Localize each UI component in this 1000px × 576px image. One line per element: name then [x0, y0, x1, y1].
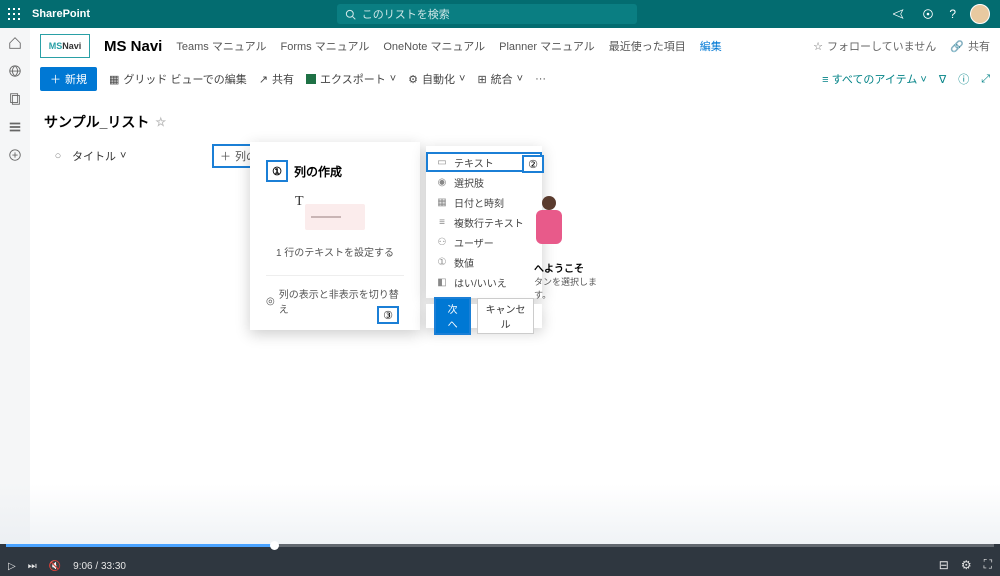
calendar-icon: ▦ — [436, 197, 448, 208]
annotation-3: ③ — [377, 306, 399, 324]
video-controls: ▷ ⏭ 🔇 9:06 / 33:30 ⊟ ⚙ ⛶ — [0, 544, 1000, 576]
select-all[interactable]: ○ — [44, 150, 72, 162]
info-icon[interactable]: ⓘ — [958, 71, 969, 87]
cmd-share[interactable]: ↗ 共有 — [259, 71, 294, 87]
cmd-overflow[interactable]: ··· — [535, 73, 546, 85]
cancel-button[interactable]: キャンセル — [477, 298, 534, 334]
number-icon: ① — [436, 257, 448, 268]
type-picker-footer: 次へ キャンセル — [426, 304, 542, 328]
fullscreen-icon[interactable]: ⛶ — [984, 557, 992, 572]
nav-planner[interactable]: Planner マニュアル — [499, 38, 595, 54]
filter-icon[interactable]: ∇ — [939, 73, 946, 86]
view-selector[interactable]: ≡ すべてのアイテム ˅ — [822, 71, 927, 87]
column-title[interactable]: タイトル ˅ — [72, 148, 212, 164]
list-area: サンプル_リスト ☆ ○ タイトル ˅ ＋ 列の追加↖ ①列の作成 1 行のテキ… — [30, 94, 1000, 168]
column-type-preview — [266, 204, 404, 230]
video-progress[interactable] — [6, 544, 994, 547]
cmd-integrate[interactable]: ⊞ 統合 ˅ — [477, 71, 523, 87]
nav-teams[interactable]: Teams マニュアル — [176, 38, 266, 54]
type-person[interactable]: ⚇ユーザー — [426, 232, 542, 252]
suite-bar: SharePoint このリストを検索 ? — [0, 0, 1000, 28]
search-placeholder: このリストを検索 — [362, 6, 450, 22]
nav-edit[interactable]: 編集 — [700, 38, 722, 54]
callout-title: 列の作成 — [294, 163, 342, 180]
expand-icon[interactable]: ⤢ — [981, 73, 990, 86]
new-button[interactable]: ＋ 新規 — [40, 67, 97, 91]
annotation-2: ② — [522, 155, 544, 173]
volume-icon[interactable]: 🔇 — [49, 561, 61, 572]
hero-illustration — [534, 196, 574, 256]
list-icon[interactable] — [8, 120, 22, 134]
home-icon[interactable] — [8, 36, 22, 50]
video-fade — [0, 484, 1000, 544]
welcome-hero: へようこそ タンを選択します。 — [534, 196, 614, 301]
files-icon[interactable] — [8, 92, 22, 106]
type-choice[interactable]: ◉選択肢 — [426, 172, 542, 192]
nav-recent[interactable]: 最近使った項目 — [609, 38, 686, 54]
text-icon: ▭ — [436, 157, 448, 168]
type-yesno[interactable]: ◧はい/いいえ — [426, 272, 542, 292]
follow-toggle[interactable]: ☆ フォローしていません — [813, 38, 936, 54]
type-multiline[interactable]: ≡複数行テキスト — [426, 212, 542, 232]
site-area: MSNavi MS Navi Teams マニュアル Forms マニュアル O… — [30, 28, 1000, 168]
avatar[interactable] — [970, 4, 990, 24]
site-header: MSNavi MS Navi Teams マニュアル Forms マニュアル O… — [30, 28, 1000, 64]
skip-icon[interactable]: ⏭ — [28, 561, 37, 572]
search-icon — [345, 9, 356, 20]
type-number[interactable]: ①数値 — [426, 252, 542, 272]
yesno-icon: ◧ — [436, 277, 448, 288]
video-time: 9:06 / 33:30 — [73, 561, 126, 572]
settings-icon[interactable] — [921, 7, 935, 21]
cmd-export[interactable]: エクスポート ˅ — [306, 71, 396, 87]
nav-onenote[interactable]: OneNote マニュアル — [383, 38, 485, 54]
play-icon[interactable]: ▷ — [8, 561, 16, 572]
globe-icon[interactable] — [8, 64, 22, 78]
cc-icon[interactable]: ⊟ — [939, 558, 949, 572]
cmd-grid-edit[interactable]: ▦ グリッド ビューでの編集 — [109, 71, 247, 87]
site-logo[interactable]: MSNavi — [40, 34, 90, 58]
favorite-icon[interactable]: ☆ — [155, 115, 166, 129]
suite-app-name: SharePoint — [32, 8, 90, 20]
command-bar: ＋ 新規 ▦ グリッド ビューでの編集 ↗ 共有 エクスポート ˅ ⚙ 自動化 … — [30, 64, 1000, 94]
video-settings-icon[interactable]: ⚙ — [961, 558, 972, 572]
share-button[interactable]: 🔗 共有 — [950, 38, 990, 54]
next-button[interactable]: 次へ — [434, 297, 471, 335]
hero-sub: タンを選択します。 — [534, 275, 614, 301]
help-icon[interactable]: ? — [949, 7, 956, 21]
excel-icon — [306, 74, 316, 84]
multiline-icon: ≡ — [436, 217, 448, 228]
list-title: サンプル_リスト ☆ — [44, 112, 986, 132]
add-icon[interactable] — [8, 148, 22, 162]
left-rail — [0, 28, 30, 544]
search-input[interactable]: このリストを検索 — [337, 4, 637, 24]
person-icon: ⚇ — [436, 237, 448, 248]
hero-heading: へようこそ — [534, 260, 614, 275]
type-datetime[interactable]: ▦日付と時刻 — [426, 192, 542, 212]
site-name[interactable]: MS Navi — [104, 38, 162, 55]
choice-icon: ◉ — [436, 177, 448, 188]
annotation-1: ① — [266, 160, 288, 182]
callout-description: 1 行のテキストを設定する — [266, 244, 404, 259]
cmd-automate[interactable]: ⚙ 自動化 ˅ — [408, 71, 465, 87]
create-column-callout: ①列の作成 1 行のテキストを設定する ◎ 列の表示と非表示を切り替え — [250, 142, 420, 330]
app-launcher-icon[interactable] — [0, 0, 28, 28]
nav-forms[interactable]: Forms マニュアル — [280, 38, 369, 54]
send-icon[interactable] — [893, 9, 907, 19]
